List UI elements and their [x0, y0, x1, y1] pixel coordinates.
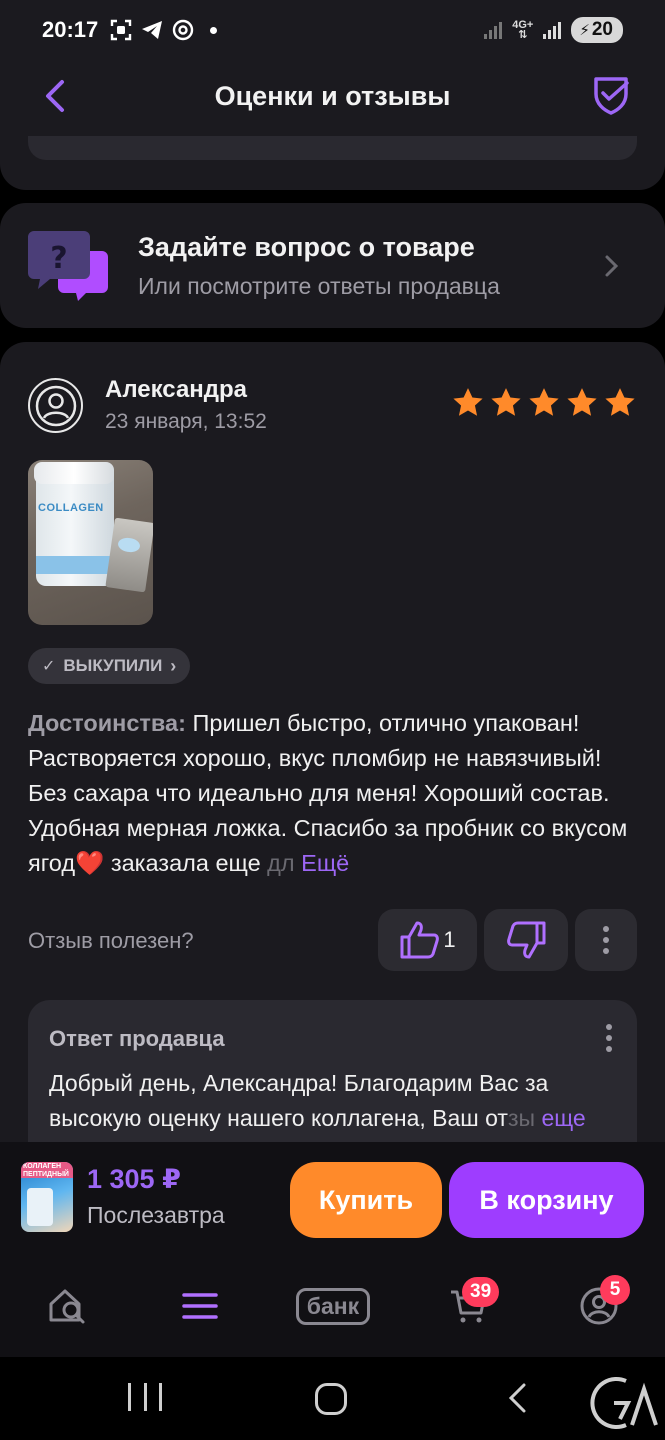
- svg-text:?: ?: [50, 241, 67, 276]
- seller-reply-title: Ответ продавца: [49, 1026, 225, 1051]
- status-bar: 20:17 4G+ ⇅ ⚡ 20: [0, 0, 665, 60]
- star-icon: [529, 388, 559, 416]
- status-time: 20:17: [42, 17, 99, 42]
- sachet-image: [105, 517, 153, 593]
- seller-reply-body: Добрый день, Александра! Благодарим Вас …: [49, 1070, 549, 1131]
- back-nav-button[interactable]: [503, 1381, 531, 1415]
- product-thumbnail[interactable]: КОЛЛАГЕН ПЕПТИДНЫЙ: [21, 1162, 73, 1232]
- tab-home[interactable]: [44, 1279, 92, 1333]
- chevron-right-small-icon: ›: [170, 655, 177, 676]
- like-button[interactable]: 1: [378, 909, 477, 971]
- tab-catalog[interactable]: [178, 1279, 222, 1333]
- reviewer-name: Александра: [105, 376, 248, 403]
- more-vertical-icon: [603, 926, 609, 954]
- bank-icon: банк: [295, 1287, 371, 1325]
- bought-badge-label: ВЫКУПИЛИ: [63, 656, 163, 675]
- profile-count-badge: 5: [600, 1275, 630, 1305]
- review-text-tail: заказала еще: [104, 850, 261, 876]
- signal-icon: [484, 21, 503, 39]
- cart-count-badge: 39: [462, 1277, 500, 1307]
- network-type: 4G+ ⇅: [512, 19, 534, 41]
- menu-icon: [182, 1293, 218, 1319]
- signal-2-icon: [543, 21, 562, 39]
- photo-label: COLLAGEN: [38, 502, 104, 514]
- notification-icons: [110, 19, 218, 41]
- review-text-label: Достоинства:: [28, 710, 186, 736]
- ask-question-subtitle: Или посмотрите ответы продавца: [138, 272, 500, 299]
- bank-label: банк: [306, 1292, 360, 1319]
- seller-reply: Ответ продавца Добрый день, Александра! …: [28, 1000, 637, 1150]
- buy-button[interactable]: Купить: [290, 1162, 442, 1238]
- home-button[interactable]: [315, 1383, 347, 1415]
- bottom-tabbar: банк 39 5: [0, 1257, 665, 1357]
- at-icon: [173, 19, 194, 41]
- helpful-label: Отзыв полезен?: [28, 928, 194, 953]
- tab-bank[interactable]: банк: [288, 1279, 378, 1333]
- system-nav-bar: [0, 1357, 665, 1440]
- thumbs-down-icon: [507, 921, 546, 959]
- review-date: 23 января, 13:52: [105, 410, 267, 433]
- review-text-fade: дл: [260, 850, 295, 876]
- review-more-menu-button[interactable]: [575, 909, 637, 971]
- star-icon: [453, 388, 483, 416]
- header: Оценки и отзывы: [0, 60, 665, 190]
- seller-more-icon[interactable]: [597, 1020, 621, 1056]
- rating-stars: [451, 386, 637, 420]
- review-text: Достоинства: Пришел быстро, отлично упак…: [28, 706, 640, 881]
- user-icon: [35, 385, 76, 426]
- likes-count: 1: [443, 927, 456, 952]
- question-bubble-icon: ?: [28, 229, 110, 303]
- charging-icon: ⚡: [579, 22, 590, 39]
- thumbs-up-icon: [400, 921, 440, 959]
- ask-question-card[interactable]: ? Задайте вопрос о товаре Или посмотрите…: [0, 203, 665, 328]
- star-icon: [605, 388, 635, 416]
- check-icon: ✓: [42, 658, 56, 675]
- review-more-link[interactable]: Ещё: [301, 850, 349, 876]
- screenshot-icon: [111, 19, 132, 41]
- chevron-right-icon: [601, 254, 621, 278]
- product-price: 1 305 ₽: [87, 1164, 181, 1194]
- bought-badge[interactable]: ✓ ВЫКУПИЛИ ›: [28, 648, 191, 684]
- recent-apps-button[interactable]: [128, 1383, 162, 1415]
- back-nav-icon: [508, 1383, 526, 1413]
- jar-band: [36, 556, 114, 574]
- home-search-icon: [49, 1289, 85, 1324]
- review-photo[interactable]: COLLAGEN: [28, 460, 153, 625]
- avatar: [28, 378, 83, 433]
- thumb-jar-image: [27, 1188, 53, 1226]
- dislike-button[interactable]: [484, 909, 568, 971]
- header-strip: [28, 136, 637, 160]
- seller-reply-fade: зы: [507, 1105, 536, 1131]
- page-title: Оценки и отзывы: [214, 80, 451, 111]
- star-icon: [491, 388, 521, 416]
- delivery-date: Послезавтра: [87, 1202, 225, 1228]
- ask-question-title: Задайте вопрос о товаре: [138, 231, 475, 262]
- heart-emoji: ❤️: [75, 850, 105, 876]
- seller-reply-text: Добрый день, Александра! Благодарим Вас …: [49, 1066, 624, 1136]
- jar-lid: [34, 462, 114, 484]
- dot-icon: [210, 26, 218, 34]
- back-icon[interactable]: [38, 76, 72, 116]
- assistant-logo-icon: [588, 1375, 658, 1431]
- buy-bar: КОЛЛАГЕН ПЕПТИДНЫЙ 1 305 ₽ Послезавтра К…: [0, 1142, 665, 1257]
- star-icon: [567, 388, 597, 416]
- shield-check-icon[interactable]: [593, 74, 629, 116]
- seller-more-link[interactable]: еще: [541, 1105, 585, 1131]
- telegram-icon: [142, 21, 163, 39]
- thumb-label: КОЛЛАГЕН ПЕПТИДНЫЙ: [21, 1162, 73, 1178]
- add-to-cart-button[interactable]: В корзину: [449, 1162, 644, 1238]
- battery-indicator: ⚡ 20: [571, 17, 623, 43]
